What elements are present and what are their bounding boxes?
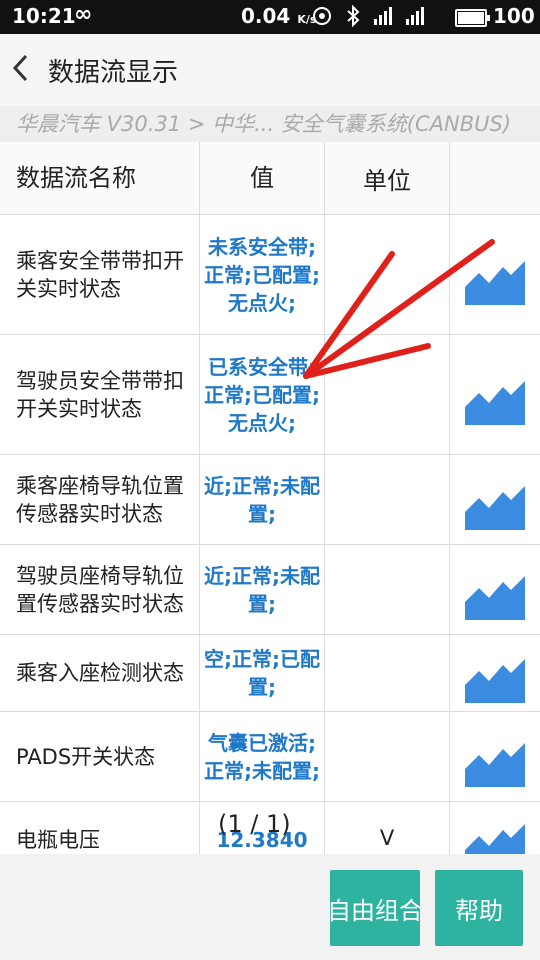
- row-name: 驾驶员安全带带扣开关实时状态: [0, 335, 200, 454]
- bluetooth-icon: [347, 5, 360, 27]
- row-unit: [325, 545, 450, 634]
- table-row: 乘客安全带带扣开关实时状态 未系安全带;正常;已配置;无点火;: [0, 215, 540, 335]
- trend-chart-icon: [463, 557, 527, 622]
- breadcrumb: 华晨汽车 V30.31 > 中华... 安全气囊系统(CANBUS): [0, 106, 540, 142]
- row-unit: [325, 635, 450, 711]
- table-row: 驾驶员座椅导轨位置传感器实时状态 近;正常;未配置;: [0, 545, 540, 635]
- chart-button[interactable]: [450, 455, 540, 544]
- chart-button[interactable]: [450, 335, 540, 454]
- page-indicator: (1 / 1): [218, 810, 291, 838]
- row-value: 空;正常;已配置;: [200, 635, 325, 711]
- column-header-name: 数据流名称: [0, 142, 200, 214]
- network-speed: 0.04 K/s: [241, 4, 316, 28]
- chart-button[interactable]: [450, 215, 540, 334]
- hotspot-icon: [313, 7, 331, 25]
- clock: 10:21: [12, 4, 76, 28]
- battery-level: 100: [493, 4, 535, 28]
- battery-icon: [455, 9, 490, 27]
- trend-chart-icon: [463, 724, 527, 789]
- signal-icon: [406, 7, 424, 25]
- row-value: 未系安全带;正常;已配置;无点火;: [200, 215, 325, 334]
- help-button[interactable]: 帮助: [435, 870, 523, 946]
- row-name: 乘客入座检测状态: [0, 635, 200, 711]
- column-header-value: 值: [200, 142, 325, 214]
- row-name: 电瓶电压: [0, 802, 200, 854]
- column-header-chart: [450, 142, 540, 214]
- table-row: PADS开关状态 气囊已激活;正常;未配置;: [0, 712, 540, 802]
- chart-button[interactable]: [450, 712, 540, 801]
- row-value: 近;正常;未配置;: [200, 455, 325, 544]
- battery-indicator: 100: [455, 4, 535, 28]
- row-unit: [325, 455, 450, 544]
- table-row: 乘客座椅导轨位置传感器实时状态 近;正常;未配置;: [0, 455, 540, 545]
- data-stream-table: 数据流名称 值 单位 乘客安全带带扣开关实时状态 未系安全带;正常;已配置;无点…: [0, 142, 540, 854]
- page-title: 数据流显示: [48, 58, 179, 88]
- network-speed-value: 0.04: [241, 4, 291, 28]
- row-value: 气囊已激活;正常;未配置;: [200, 712, 325, 801]
- trend-chart-icon: [463, 806, 527, 854]
- battery-fill: [458, 12, 484, 24]
- chart-button[interactable]: [450, 802, 540, 854]
- row-name: 乘客座椅导轨位置传感器实时状态: [0, 455, 200, 544]
- trend-chart-icon: [463, 467, 527, 532]
- back-button[interactable]: [6, 48, 38, 88]
- free-combine-button[interactable]: 自由组合: [330, 870, 420, 946]
- chevron-left-icon: [12, 54, 28, 82]
- row-value: 近;正常;未配置;: [200, 545, 325, 634]
- row-unit: V: [325, 802, 450, 854]
- chart-button[interactable]: [450, 635, 540, 711]
- row-value: 已系安全带;正常;已配置;无点火;: [200, 335, 325, 454]
- infinity-icon: ∞: [74, 2, 93, 27]
- trend-chart-icon: [463, 641, 527, 705]
- row-name: 乘客安全带带扣开关实时状态: [0, 215, 200, 334]
- row-name: PADS开关状态: [0, 712, 200, 801]
- table-row: 乘客入座检测状态 空;正常;已配置;: [0, 635, 540, 712]
- row-unit: [325, 215, 450, 334]
- bottom-bar: 自由组合 帮助: [0, 854, 540, 960]
- status-bar: 10:21 ∞ 0.04 K/s 100: [0, 0, 540, 34]
- title-bar: 数据流显示: [0, 34, 540, 106]
- row-name: 驾驶员座椅导轨位置传感器实时状态: [0, 545, 200, 634]
- signal-4g-icon: [374, 7, 392, 25]
- column-header-unit: 单位: [325, 142, 450, 214]
- trend-chart-icon: [463, 242, 527, 307]
- table-header: 数据流名称 值 单位: [0, 142, 540, 215]
- row-unit: [325, 712, 450, 801]
- status-icons: [312, 5, 424, 27]
- row-unit: [325, 335, 450, 454]
- chart-button[interactable]: [450, 545, 540, 634]
- table-row: 驾驶员安全带带扣开关实时状态 已系安全带;正常;已配置;无点火;: [0, 335, 540, 455]
- trend-chart-icon: [463, 362, 527, 427]
